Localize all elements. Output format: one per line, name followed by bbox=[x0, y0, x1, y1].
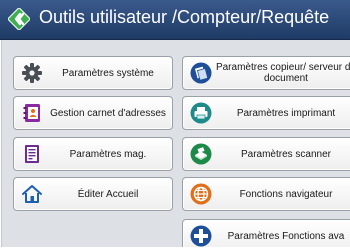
browser-globe-icon bbox=[190, 183, 212, 205]
scanner-settings-button[interactable]: Paramètres scanner bbox=[182, 137, 350, 171]
title-bar: Outils utilisateur /Compteur/Requête bbox=[0, 0, 350, 40]
address-book-icon bbox=[23, 104, 40, 122]
gear-icon bbox=[22, 63, 42, 83]
address-book-button[interactable]: Gestion carnet d'adresses bbox=[13, 96, 173, 130]
printer-settings-label: Paramètres imprimant bbox=[236, 107, 336, 119]
extended-features-icon bbox=[190, 225, 212, 247]
system-settings-label: Paramètres système bbox=[62, 67, 154, 79]
address-book-label: Gestion carnet d'adresses bbox=[50, 107, 166, 119]
tray-paper-settings-button[interactable]: Paramètres mag. bbox=[13, 137, 173, 171]
tray-document-icon bbox=[25, 145, 39, 163]
tray-paper-settings-label: Paramètres mag. bbox=[69, 148, 147, 160]
user-tools-icon bbox=[8, 8, 30, 30]
copier-document-server-settings-button[interactable]: Paramètres copieur/ serveur de document bbox=[182, 56, 350, 90]
scanner-settings-label: Paramètres scanner bbox=[240, 148, 332, 160]
printer-icon bbox=[190, 102, 212, 124]
system-settings-button[interactable]: Paramètres système bbox=[13, 56, 173, 90]
edit-home-label: Éditer Accueil bbox=[77, 188, 139, 200]
browser-features-label: Fonctions navigateur bbox=[239, 188, 333, 200]
copier-document-server-settings-label: Paramètres copieur/ serveur de document bbox=[215, 62, 350, 84]
extended-features-settings-button[interactable]: Paramètres Fonctions ava bbox=[182, 219, 350, 247]
scanner-icon bbox=[190, 143, 212, 165]
copier-icon bbox=[190, 62, 212, 84]
printer-settings-button[interactable]: Paramètres imprimant bbox=[182, 96, 350, 130]
extended-features-settings-label: Paramètres Fonctions ava bbox=[227, 230, 345, 242]
browser-features-button[interactable]: Fonctions navigateur bbox=[182, 177, 350, 211]
edit-home-button[interactable]: Éditer Accueil bbox=[13, 177, 173, 211]
window-title: Outils utilisateur /Compteur/Requête bbox=[39, 7, 330, 27]
settings-panel: Paramètres système Gestion carnet d'adre… bbox=[1, 40, 350, 247]
home-icon bbox=[22, 185, 42, 203]
